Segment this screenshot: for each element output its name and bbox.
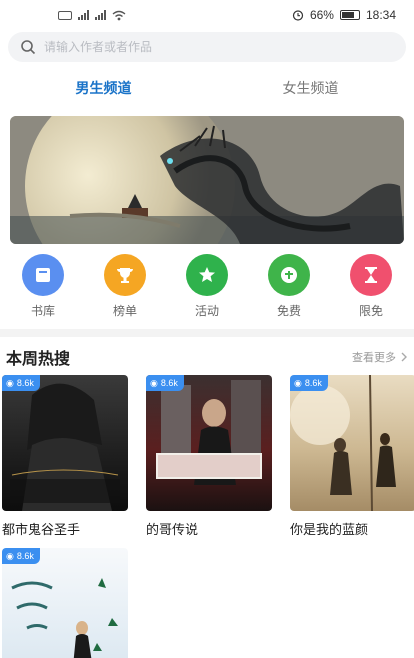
category-events[interactable]: 活动: [172, 254, 242, 319]
book-title: 你是我的蓝颜: [290, 522, 369, 537]
cover-art: [11, 578, 118, 658]
view-badge: ◉ 8.6k: [2, 375, 40, 391]
clock: 18:34: [365, 8, 396, 22]
category-label: 活动: [194, 304, 219, 318]
book-cover: ◉ 8.6k: [2, 548, 128, 658]
view-badge: ◉ 8.6k: [2, 548, 40, 564]
sim-icon: [58, 10, 72, 20]
trophy-icon: [104, 254, 146, 296]
view-badge: ◉ 8.6k: [146, 375, 184, 391]
category-library[interactable]: 书库: [8, 254, 78, 319]
cover-art: [156, 380, 262, 485]
search-bar[interactable]: [8, 32, 406, 62]
eye-icon: ◉: [6, 550, 14, 561]
view-badge: ◉ 8.6k: [290, 375, 328, 391]
alarm-icon: [292, 10, 304, 21]
section-header: 本周热搜 查看更多: [0, 337, 414, 369]
category-row: 书库 榜单 活动 免费 限免: [0, 244, 414, 319]
book-list: ◉ 8.6k 都市鬼谷圣手 ◉ 8.6k 的哥传说 ◉ 8.6k 你是我的蓝颜: [0, 369, 414, 538]
book-list-row-2: ◉ 8.6k: [0, 538, 414, 658]
cover-art: [10, 383, 120, 511]
book-cover: ◉ 8.6k: [2, 375, 128, 511]
battery-icon: [339, 10, 360, 20]
see-more-link[interactable]: 查看更多: [352, 349, 408, 365]
book-cover: ◉ 8.6k: [146, 375, 272, 511]
status-right: 66% 18:34: [292, 8, 396, 22]
search-input[interactable]: [44, 40, 344, 54]
tab-male-channel[interactable]: 男生频道: [0, 78, 207, 98]
status-bar: 66% 18:34: [0, 0, 414, 30]
book-card[interactable]: ◉ 8.6k: [2, 548, 128, 658]
free-icon: [268, 254, 310, 296]
search-icon: [21, 40, 36, 55]
eye-icon: ◉: [6, 377, 14, 388]
star-icon: [186, 254, 228, 296]
banner[interactable]: [10, 116, 404, 244]
category-ranking[interactable]: 榜单: [90, 254, 160, 319]
view-count: 8.6k: [16, 378, 34, 388]
eye-icon: ◉: [294, 377, 302, 388]
library-icon: [22, 254, 64, 296]
view-count: 8.6k: [16, 551, 34, 561]
book-card[interactable]: ◉ 8.6k 你是我的蓝颜: [290, 375, 414, 538]
hourglass-icon: [350, 254, 392, 296]
status-left: [58, 10, 126, 21]
tab-female-channel[interactable]: 女生频道: [207, 78, 414, 98]
cover-art: [290, 375, 396, 511]
channel-tabs: 男生频道 女生频道: [0, 66, 414, 110]
book-title: 都市鬼谷圣手: [2, 522, 81, 537]
eye-icon: ◉: [150, 377, 158, 388]
book-card[interactable]: ◉ 8.6k 的哥传说: [146, 375, 272, 538]
book-card[interactable]: ◉ 8.6k 都市鬼谷圣手: [2, 375, 128, 538]
chevron-right-icon: [401, 352, 407, 362]
signal-icon-2: [95, 10, 106, 20]
section-title: 本周热搜: [6, 351, 71, 368]
see-more-label: 查看更多: [352, 352, 396, 364]
banner-artwork: [10, 116, 404, 244]
divider: [0, 329, 414, 337]
book-title: 的哥传说: [146, 522, 199, 537]
signal-icon: [78, 10, 89, 20]
category-free[interactable]: 免费: [254, 254, 324, 319]
category-label: 限免: [358, 304, 383, 318]
category-label: 书库: [30, 304, 55, 318]
view-count: 8.6k: [160, 378, 178, 388]
wifi-icon: [112, 10, 126, 20]
category-label: 免费: [276, 304, 301, 318]
category-limited-free[interactable]: 限免: [336, 254, 406, 319]
book-cover: ◉ 8.6k: [290, 375, 414, 511]
battery-percent: 66%: [309, 8, 334, 22]
view-count: 8.6k: [304, 378, 322, 388]
category-label: 榜单: [112, 304, 137, 318]
